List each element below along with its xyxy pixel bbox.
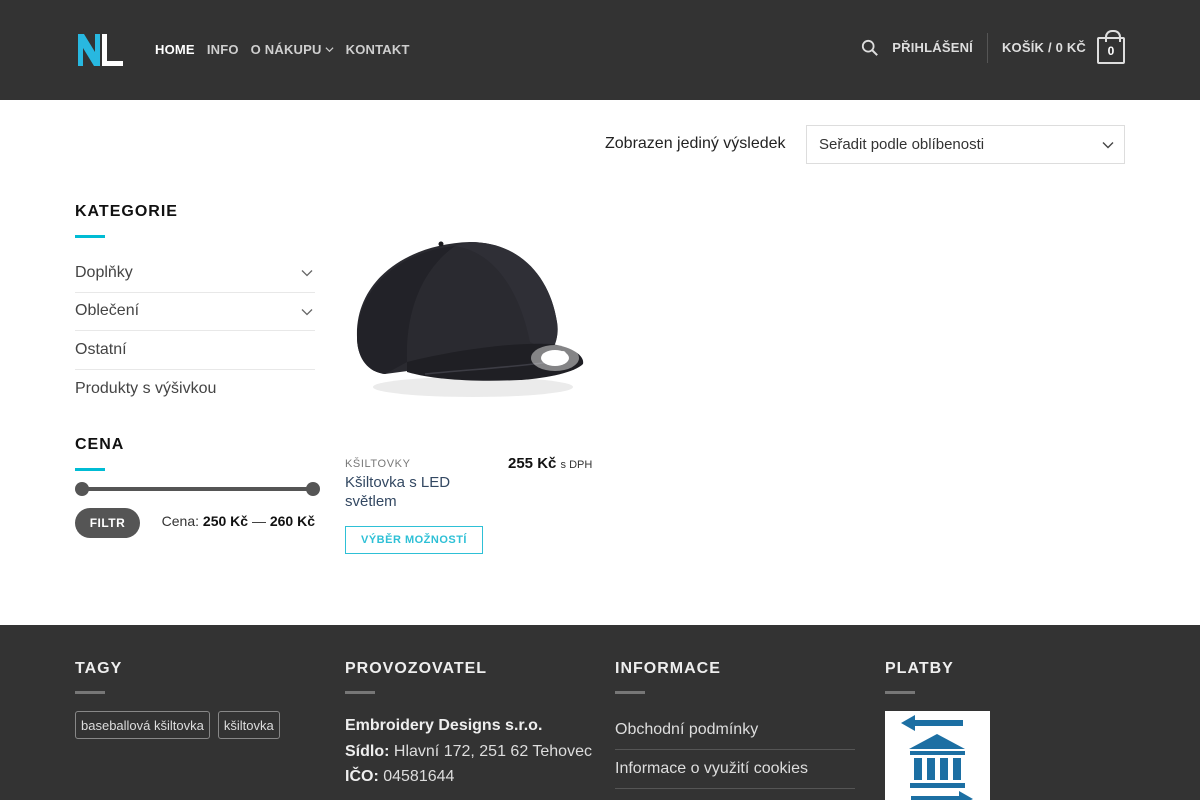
nav-o-nakupu[interactable]: O NÁKUPU bbox=[251, 42, 334, 57]
tag-cloud: baseballová kšiltovka kšiltovka bbox=[75, 711, 280, 739]
category-obleceni[interactable]: Oblečení bbox=[75, 293, 315, 332]
title-underline bbox=[75, 235, 105, 238]
nav-home[interactable]: HOME bbox=[155, 42, 195, 57]
product-price: 255 Kč s DPH bbox=[508, 455, 593, 472]
price-max: 260 Kč bbox=[269, 513, 315, 529]
title-underline bbox=[885, 691, 915, 694]
category-doplnky[interactable]: Doplňky bbox=[75, 254, 315, 293]
main-nav: HOME INFO O NÁKUPU KONTAKT bbox=[155, 42, 410, 57]
sort-select[interactable]: Seřadit podle oblíbenosti bbox=[806, 125, 1125, 164]
tag-link[interactable]: baseballová kšiltovka bbox=[75, 711, 210, 739]
header-actions: PŘIHLÁŠENÍ KOŠÍK / 0 KČ 0 bbox=[861, 30, 1125, 64]
price-range-label: Cena: 250 Kč — 260 Kč bbox=[161, 513, 315, 529]
tag-link[interactable]: kšiltovka bbox=[217, 711, 280, 739]
nav-info[interactable]: INFO bbox=[207, 42, 239, 57]
category-ostatni[interactable]: Ostatní bbox=[75, 331, 315, 370]
chevron-down-icon bbox=[1102, 142, 1114, 149]
company-seat: Hlavní 172, 251 62 Tehovec bbox=[393, 742, 592, 760]
price-min: 250 Kč bbox=[202, 513, 249, 529]
nav-kontakt[interactable]: KONTAKT bbox=[346, 42, 410, 57]
title-underline bbox=[75, 468, 105, 471]
categories-title: KATEGORIE bbox=[75, 203, 178, 220]
tags-title: TAGY bbox=[75, 660, 123, 677]
result-count: Zobrazen jediný výsledek bbox=[605, 135, 786, 152]
price-slider-max-handle[interactable] bbox=[306, 482, 320, 496]
title-underline bbox=[615, 691, 645, 694]
price-suffix: s DPH bbox=[560, 459, 593, 471]
chevron-down-icon[interactable] bbox=[301, 267, 313, 279]
chevron-down-icon[interactable] bbox=[301, 306, 313, 318]
cart-count: 0 bbox=[1107, 43, 1115, 58]
product-image-led-cap[interactable] bbox=[345, 222, 592, 442]
price-title: CENA bbox=[75, 436, 125, 453]
payments-title: PLATBY bbox=[885, 660, 954, 677]
site-header: HOME INFO O NÁKUPU KONTAKT PŘIHLÁŠENÍ KO… bbox=[0, 0, 1200, 100]
login-link[interactable]: PŘIHLÁŠENÍ bbox=[892, 40, 973, 55]
select-options-button[interactable]: VÝBĚR MOŽNOSTÍ bbox=[345, 526, 483, 554]
company-ico: 04581644 bbox=[383, 768, 455, 785]
search-icon[interactable] bbox=[861, 39, 879, 57]
title-underline bbox=[345, 691, 375, 694]
info-link-terms[interactable]: Obchodní podmínky bbox=[615, 711, 855, 750]
chevron-down-icon bbox=[325, 47, 334, 53]
product-category: KŠILTOVKY bbox=[345, 458, 411, 470]
category-label: Ostatní bbox=[75, 340, 127, 358]
price-slider-min-handle[interactable] bbox=[75, 482, 89, 496]
operator-title: PROVOZOVATEL bbox=[345, 660, 488, 677]
header-divider bbox=[986, 32, 988, 63]
category-list: Doplňky Oblečení Ostatní Produkty s výši… bbox=[75, 254, 315, 408]
info-link-cookies[interactable]: Informace o využití cookies bbox=[615, 750, 855, 789]
filter-button[interactable]: FILTR bbox=[75, 508, 140, 538]
category-label: Doplňky bbox=[75, 263, 133, 281]
bank-transfer-icon bbox=[901, 715, 973, 800]
price-slider-track bbox=[81, 487, 314, 491]
cart-link[interactable]: KOŠÍK / 0 KČ bbox=[1002, 40, 1086, 55]
category-label: Oblečení bbox=[75, 302, 140, 320]
category-produkty-s-vysivkou[interactable]: Produkty s výšivkou bbox=[75, 370, 315, 409]
product-name[interactable]: Kšiltovka s LED světlem bbox=[345, 473, 485, 511]
payment-logo bbox=[885, 711, 990, 800]
site-logo[interactable] bbox=[75, 30, 125, 70]
price-slider[interactable] bbox=[75, 482, 320, 496]
company-info: Embroidery Designs s.r.o. Sídlo: Hlavní … bbox=[345, 717, 592, 785]
company-name: Embroidery Designs s.r.o. bbox=[345, 717, 543, 734]
sort-selected-value: Seřadit podle oblíbenosti bbox=[819, 136, 985, 153]
cart-bag-icon[interactable]: 0 bbox=[1097, 30, 1125, 64]
info-links: Obchodní podmínky Informace o využití co… bbox=[615, 711, 855, 789]
title-underline bbox=[75, 691, 105, 694]
category-label: Produkty s výšivkou bbox=[75, 380, 217, 398]
info-title: INFORMACE bbox=[615, 660, 721, 677]
